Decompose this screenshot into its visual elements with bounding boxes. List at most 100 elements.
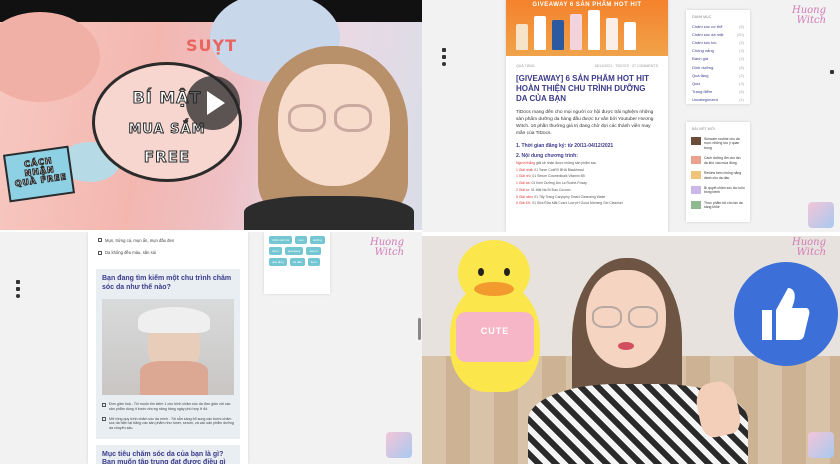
recent-post-item[interactable]: Skincare routine cho da mụn: những lưu ý… (686, 134, 750, 153)
category-count: (6) (739, 89, 744, 95)
category-count: (20) (736, 31, 744, 37)
category-label: Chăm sóc cơ thể (692, 23, 723, 29)
category-count: (4) (739, 56, 744, 62)
post-title[interactable]: Skincare routine cho da mụn: những lưu ý… (704, 137, 745, 150)
banner-title: GIVEAWAY 6 SẢN PHẨM HOT HIT (532, 2, 642, 8)
category-label: Trang điểm (692, 89, 713, 95)
tag-chip[interactable]: toner (269, 247, 282, 255)
sidebar-category-item[interactable]: Uncategorized (1) (686, 96, 750, 104)
channel-avatar[interactable] (808, 202, 834, 228)
product-bottle (588, 10, 600, 50)
prize-rank: 1 Giải nhì (516, 174, 531, 179)
quiz-option[interactable]: Mụn, trứng cá, mụn ẩn, mụn đầu đen (88, 236, 248, 245)
play-icon[interactable] (186, 76, 240, 130)
twitter-icon[interactable] (442, 55, 446, 59)
person-lips (618, 342, 634, 350)
tag-chip[interactable]: chăm sóc da (269, 236, 293, 244)
duck-plush-head (458, 240, 530, 306)
model-hands (140, 360, 208, 395)
pinterest-icon[interactable] (16, 294, 20, 298)
tag-chip[interactable]: serum (306, 247, 321, 255)
sidebar-category-item[interactable]: Dinh dưỡng (8) (686, 63, 750, 71)
facebook-icon[interactable] (16, 280, 20, 284)
recent-post-item[interactable]: Bí quyết chăm sóc tóc luôn bồng bềnh (686, 183, 750, 198)
tag-chip[interactable]: da dầu (289, 258, 305, 266)
quiz-question-card: Bạn đang tìm kiếm một chu trình chăm sóc… (96, 269, 240, 439)
product-bottle (624, 22, 636, 50)
post-title[interactable]: Cách dưỡng ẩm cho làn da khô vào mùa đôn… (704, 156, 745, 165)
category-label: Chống nắng (692, 48, 714, 54)
duck-eye (478, 268, 484, 276)
sidebar-category-item[interactable]: Chăm sóc cơ thể (6) (686, 22, 750, 30)
vlog-frame: CUTE Huong Witch (422, 236, 840, 464)
recent-post-item[interactable]: Cách dưỡng ẩm cho làn da khô vào mùa đôn… (686, 153, 750, 168)
post-thumbnail[interactable] (691, 171, 701, 180)
prize-rank: 5 Giải năm (516, 194, 533, 199)
post-thumbnail[interactable] (691, 137, 701, 145)
checkbox[interactable] (102, 417, 106, 422)
channel-avatar[interactable] (386, 432, 412, 458)
product-bottle (606, 18, 618, 50)
checkbox[interactable] (98, 250, 102, 255)
post-title[interactable]: Review kem chống nắng dành cho da dầu (704, 171, 745, 180)
product-bottle (516, 24, 528, 50)
watermark-line-2: Witch (374, 246, 405, 258)
prize-line: 1 Giải nhì: 01 Serum Cosmedicals Vitamin… (506, 173, 668, 180)
checkbox[interactable] (98, 238, 102, 242)
category-count: (8) (739, 64, 744, 70)
blog-article-view: GIVEAWAY 6 SẢN PHẨM HOT HIT QUÀ TẶNG 18/… (422, 0, 840, 232)
scrollbar[interactable] (418, 318, 421, 340)
channel-avatar[interactable] (808, 432, 834, 458)
category-list: Chăm sóc cơ thể (6) Chăm sóc da mặt (20) Chă… (686, 22, 750, 104)
post-thumbnail[interactable] (691, 156, 701, 165)
article-meta: QUÀ TẶNG 18/11/2021 · TIDOCS · 27 COMMEN… (506, 56, 668, 70)
background-blob (0, 12, 100, 102)
post-thumbnail[interactable] (691, 200, 701, 209)
quiz-answer[interactable]: Đơn giản hoá - Tôi muốn tìm kiếm 1 chu t… (102, 401, 234, 414)
quiz-answer[interactable]: Mở rộng quy trình chăm sóc da mình - Tôi… (102, 414, 234, 433)
tag-chip[interactable]: quà tặng (269, 258, 287, 266)
recent-post-item[interactable]: Thực phẩm tốt cho làn da sáng khỏe (686, 198, 750, 213)
category-label: Chăm sóc da mặt (692, 31, 724, 37)
post-thumbnail[interactable] (691, 185, 701, 194)
recent-posts-title: BÀI VIẾT MỚI (692, 127, 715, 131)
sign-board: CÁCH NHẬN QUÀ FREE (2, 145, 76, 203)
twitter-icon[interactable] (16, 287, 20, 291)
blog-quiz-view: Mụn, trứng cá, mụn ẩn, mụn đầu đen Da kh… (0, 232, 422, 464)
sidebar-category-item[interactable]: Chăm sóc da mặt (20) (686, 30, 750, 38)
article-category[interactable]: QUÀ TẶNG (516, 64, 535, 68)
categories-title: DANH MỤC (692, 15, 712, 19)
checkbox[interactable] (102, 402, 106, 407)
tag-chip[interactable]: dưỡng (309, 236, 325, 244)
prize-text: : 01 Kem Dưỡng Ẩm La Roche-Posay (529, 181, 587, 186)
recent-post-item[interactable]: Review kem chống nắng dành cho da dầu (686, 168, 750, 183)
watermark-line-2: Witch (796, 246, 827, 258)
tag-chip[interactable]: kem (307, 258, 320, 266)
quiz-option[interactable]: Da không đều màu, sần sùi (88, 249, 248, 258)
sidebar-category-item[interactable]: Chống nắng (3) (686, 47, 750, 55)
post-title[interactable]: Thực phẩm tốt cho làn da sáng khỏe (704, 201, 745, 210)
prize-rank: 6 Giải KK (516, 201, 531, 206)
pinterest-icon[interactable] (442, 62, 446, 66)
post-title[interactable]: Bí quyết chăm sóc tóc luôn bồng bềnh (704, 186, 745, 195)
sidebar-category-item[interactable]: Trang điểm (6) (686, 88, 750, 96)
article-section-1: 1. Thời gian đăng ký: từ 20/11-04/12/202… (516, 142, 614, 149)
sidebar-category-item[interactable]: Quiz (3) (686, 79, 750, 87)
prize-rank: 1 Giải nhất (516, 167, 533, 172)
category-count: (2) (739, 72, 744, 78)
suyt-text: SUỴT (186, 36, 238, 55)
prize-text: : 01 Toner CosRX BHA Blackhead (532, 167, 584, 172)
side-arrow-icon[interactable] (830, 70, 834, 74)
tag-chip[interactable]: giveaway (284, 247, 304, 255)
channel-watermark: Huong Witch (792, 6, 826, 25)
tag-chip[interactable]: mụn (295, 236, 307, 244)
sidebar-category-item[interactable]: Đánh giá (4) (686, 55, 750, 63)
category-count: (3) (739, 48, 744, 54)
duck-eye (504, 268, 510, 276)
video-thumbnail[interactable]: SUỴT BÍ MẬT MUA SẮM FREE CÁCH NHẬN QUÀ F… (0, 0, 422, 230)
facebook-icon[interactable] (442, 48, 446, 52)
sidebar-category-item[interactable]: Quà tặng (2) (686, 71, 750, 79)
option-label: Mụn, trứng cá, mụn ẩn, mụn đầu đen (105, 237, 175, 243)
sidebar-category-item[interactable]: Chăm sóc tóc (5) (686, 38, 750, 46)
glasses-right (334, 104, 372, 132)
